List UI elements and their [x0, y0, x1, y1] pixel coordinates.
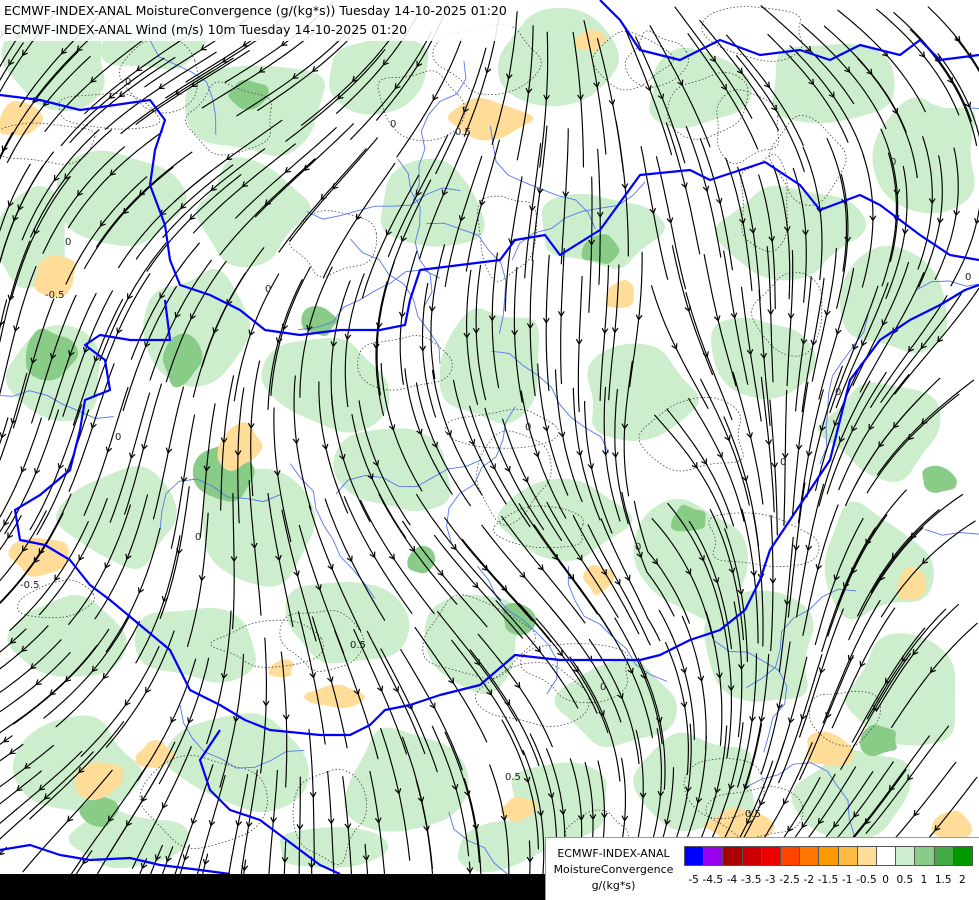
legend-swatch: [722, 846, 743, 866]
wind-streamline: [528, 840, 531, 878]
legend-swatch: [703, 846, 724, 866]
legend-tick: -5: [688, 874, 699, 886]
contour-label: 0.5: [350, 640, 366, 651]
legend-tick: -3.5: [740, 874, 762, 886]
legend-tick: -4.5: [702, 874, 724, 886]
legend-tick: 1.5: [934, 874, 952, 886]
convergence-patch: [772, 43, 895, 124]
legend-swatch: [780, 846, 801, 866]
legend-swatch: [760, 846, 782, 866]
contour-label: 0: [115, 432, 121, 443]
contour-label: 0: [600, 682, 606, 693]
legend-parameter: MoistureConvergence: [553, 863, 674, 876]
weather-map: 0 0 0 0 0 0 0 0 0 0 0 0 0 0.5 -0.5 -0.5 0.5 0.5 0.5 ECMWF-…: [0, 0, 979, 900]
bottom-black-band: [0, 874, 545, 900]
legend-tick: 1: [920, 874, 928, 886]
legend-swatch: [933, 846, 954, 866]
legend-tick-labels: -5 -4.5 -4 -3.5 -3 -2.5 -2 -1.5 -1 -0.5 0 0.5 1 1.5 2: [684, 874, 972, 888]
contour-label: 0: [125, 77, 131, 88]
legend-swatch: [876, 846, 897, 866]
color-legend: ECMWF-INDEX-ANAL MoistureConvergence g/(…: [545, 837, 979, 900]
contour-label: 0.5: [455, 127, 471, 138]
contour-label: 0: [780, 457, 786, 468]
contour-label: -0.5: [20, 580, 40, 591]
legend-swatch: [799, 846, 820, 866]
map-canvas: 0 0 0 0 0 0 0 0 0 0 0 0 0 0.5 -0.5 -0.5 0.5 0.5 0.5: [0, 0, 979, 900]
legend-tick: 2: [959, 874, 966, 886]
legend-swatch: [895, 846, 916, 866]
contour-label: -0.5: [45, 290, 65, 301]
map-title-moisture: ECMWF-INDEX-ANAL MoistureConvergence (g/…: [4, 3, 507, 18]
contour-label: 0: [390, 119, 396, 130]
legend-tick: -4: [726, 874, 738, 886]
legend-swatch: [818, 846, 839, 866]
legend-swatch: [856, 846, 878, 866]
legend-unit: g/(kg*s): [591, 879, 636, 892]
legend-tick: -0.5: [856, 874, 877, 886]
map-title-box: ECMWF-INDEX-ANAL MoistureConvergence (g/…: [0, 0, 511, 41]
legend-tick: -1: [841, 874, 853, 886]
legend-swatch: [741, 846, 762, 866]
contour-label: 0: [265, 284, 271, 295]
contour-label: 0.5: [745, 809, 761, 820]
legend-swatch: [837, 846, 858, 866]
legend-model: ECMWF-INDEX-ANAL: [557, 847, 670, 860]
legend-swatch: [684, 846, 705, 866]
contour-label: 0: [835, 387, 841, 398]
contour-label: 0: [635, 542, 641, 553]
contour-label: 0: [195, 532, 201, 543]
legend-color-scale: [684, 846, 974, 866]
map-title-wind: ECMWF-INDEX-ANAL Wind (m/s) 10m Tuesday …: [4, 22, 408, 37]
contour-label: 0: [65, 237, 71, 248]
contour-label: 0: [965, 272, 971, 283]
legend-tick: -1.5: [817, 874, 839, 886]
contour-label: 0.5: [505, 772, 521, 783]
contour-label: 0: [525, 422, 531, 433]
legend-tick: -3: [765, 874, 776, 886]
legend-tick: 0: [882, 874, 889, 886]
contour-label: 0: [890, 157, 896, 168]
legend-swatch: [914, 846, 935, 866]
legend-swatch: [952, 846, 974, 866]
legend-tick: 0.5: [896, 874, 914, 886]
legend-tick: -2.5: [779, 874, 800, 886]
legend-tick: -2: [803, 874, 815, 886]
